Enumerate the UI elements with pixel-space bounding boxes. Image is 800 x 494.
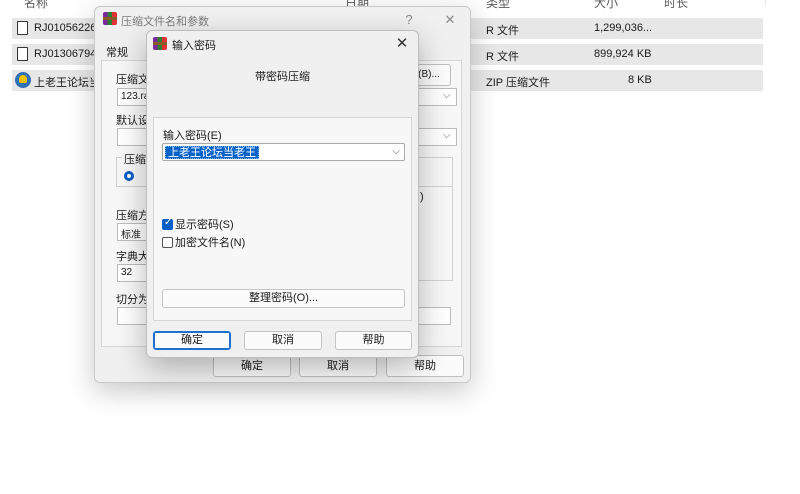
archive-name-label: 压缩文 xyxy=(116,74,149,86)
password-value: 上老王论坛当老王 xyxy=(165,146,259,159)
file-size: 899,924 KB xyxy=(594,48,652,60)
ok-button[interactable]: 确定 xyxy=(153,331,231,350)
file-type: R 文件 xyxy=(486,25,519,37)
default-profile-label: 默认设 xyxy=(116,115,149,127)
file-icon xyxy=(17,21,28,35)
dictionary-size-value: 32 xyxy=(121,267,133,278)
file-icon xyxy=(17,47,28,61)
cancel-button[interactable]: 取消 xyxy=(244,331,322,350)
encrypt-filenames-checkbox[interactable]: 加密文件名(N) xyxy=(162,234,246,249)
encrypt-filenames-label: 加密文件名(N) xyxy=(175,237,246,249)
cancel-button[interactable]: 取消 xyxy=(299,355,377,377)
help-icon[interactable]: ? xyxy=(398,11,420,29)
compression-method-value: 标准 xyxy=(121,230,141,241)
help-button[interactable]: 帮助 xyxy=(386,355,464,377)
options-paren: ) xyxy=(420,191,424,203)
column-duration[interactable]: 时长 xyxy=(664,0,688,11)
dialog-title: 输入密码 xyxy=(172,40,216,52)
file-name: RJ01306794 xyxy=(34,48,97,60)
file-name: RJ01056226 xyxy=(34,22,97,34)
close-icon[interactable]: ✕ xyxy=(392,35,412,53)
tab-general[interactable]: 常规 xyxy=(106,44,128,60)
chevron-down-icon[interactable]: ⌵ xyxy=(443,130,451,141)
compression-method-label: 压缩方 xyxy=(116,210,149,222)
password-label: 输入密码(E) xyxy=(163,130,222,142)
zip-archive-icon xyxy=(15,72,31,88)
checkbox-checked-icon xyxy=(162,217,173,230)
show-password-checkbox[interactable]: 显示密码(S) xyxy=(162,216,234,231)
column-size[interactable]: 大小 xyxy=(594,0,618,11)
dialog-titlebar[interactable]: 输入密码 ✕ xyxy=(147,31,418,57)
winrar-app-icon xyxy=(153,37,167,50)
organize-passwords-button[interactable]: 整理密码(O)... xyxy=(162,289,405,308)
column-type[interactable]: 类型 xyxy=(486,0,510,11)
chevron-down-icon[interactable]: ⌵ xyxy=(443,90,451,101)
format-group-label: 压缩 xyxy=(122,151,148,167)
show-password-label: 显示密码(S) xyxy=(175,219,234,231)
ok-button[interactable]: 确定 xyxy=(213,355,291,377)
file-name: 上老王论坛当 xyxy=(34,77,100,89)
password-panel: 输入密码(E) 上老王论坛当老王 ⌵ 显示密码(S) 加密文件名(N) 整理密码… xyxy=(153,117,412,321)
password-input[interactable]: 上老王论坛当老王 ⌵ xyxy=(162,143,405,161)
file-type: R 文件 xyxy=(486,51,519,63)
winrar-app-icon xyxy=(103,12,117,25)
dialog-title: 压缩文件名和参数 xyxy=(121,16,209,28)
checkbox-unchecked-icon xyxy=(162,237,173,248)
format-radio[interactable] xyxy=(124,171,134,181)
column-name[interactable]: 名称 xyxy=(24,0,48,11)
column-separator xyxy=(765,0,766,6)
file-size: 8 KB xyxy=(628,74,652,86)
split-volumes-label: 切分为 xyxy=(116,294,149,306)
password-dialog: 输入密码 ✕ 带密码压缩 输入密码(E) 上老王论坛当老王 ⌵ 显示密码(S) … xyxy=(146,30,419,358)
dictionary-size-label: 字典大 xyxy=(116,251,149,263)
file-type: ZIP 压缩文件 xyxy=(486,77,550,89)
file-size: 1,299,036... xyxy=(594,22,653,34)
chevron-down-icon[interactable]: ⌵ xyxy=(392,146,400,157)
dialog-subtitle: 带密码压缩 xyxy=(255,71,310,83)
help-button[interactable]: 帮助 xyxy=(335,331,412,350)
close-icon[interactable]: ✕ xyxy=(439,11,461,29)
